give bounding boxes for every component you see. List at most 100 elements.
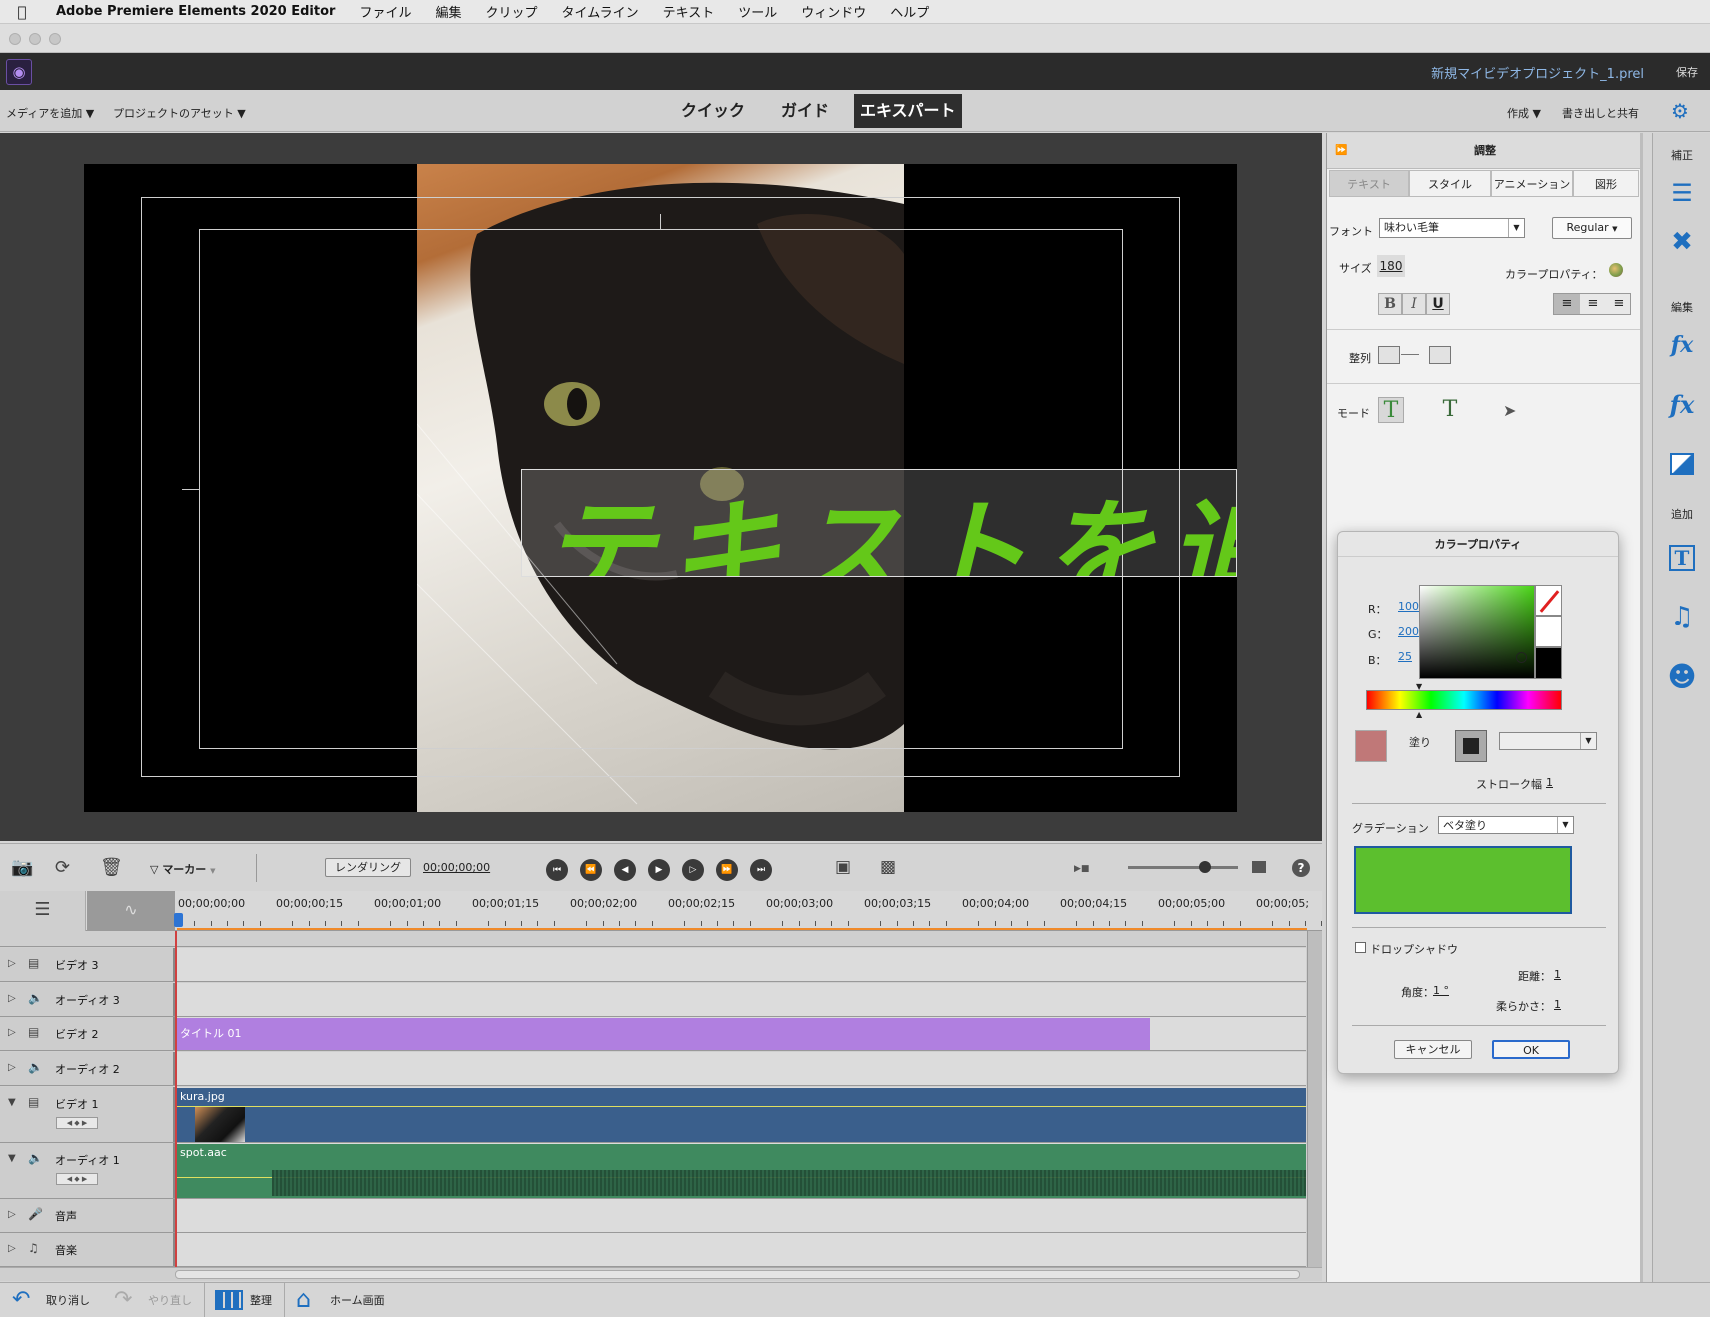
- track-video-3[interactable]: ▷ ▤ ビデオ 3: [0, 948, 1306, 982]
- collapse-arrow-icon[interactable]: ▼: [8, 1097, 16, 1108]
- track-narration[interactable]: ▷ 🎤 音声: [0, 1199, 1306, 1233]
- tab-style[interactable]: スタイル: [1409, 170, 1491, 197]
- camera-icon[interactable]: 📷: [11, 857, 33, 878]
- expand-arrow-icon[interactable]: ▷: [8, 1062, 16, 1073]
- preview-frame[interactable]: テキストを追加: [84, 164, 1237, 812]
- close-window-button[interactable]: [9, 33, 21, 45]
- angle-value[interactable]: 1 °: [1433, 984, 1449, 997]
- gradient-select[interactable]: ベタ塗り ▼: [1438, 816, 1574, 834]
- organizer-icon[interactable]: [215, 1290, 243, 1310]
- menu-file[interactable]: ファイル: [347, 2, 423, 21]
- vertical-text-mode-icon[interactable]: T: [1437, 397, 1463, 423]
- graphics-smiley-icon[interactable]: ☻: [1663, 658, 1701, 696]
- font-select[interactable]: 味わい毛筆 ▼: [1379, 218, 1525, 238]
- transitions-icon[interactable]: [1663, 444, 1701, 482]
- audio-waveform-icon[interactable]: ∿: [87, 891, 175, 931]
- track-view-icon[interactable]: ☰: [0, 891, 86, 931]
- app-name-menu[interactable]: Adobe Premiere Elements 2020 Editor: [44, 4, 347, 19]
- tab-text[interactable]: テキスト: [1329, 170, 1409, 197]
- image-clip[interactable]: kura.jpg: [177, 1088, 1306, 1142]
- redo-button[interactable]: やり直し: [148, 1292, 192, 1308]
- hue-slider[interactable]: [1366, 690, 1562, 710]
- no-color-swatch[interactable]: [1535, 585, 1562, 616]
- tab-expert[interactable]: エキスパート: [854, 94, 962, 128]
- menu-window[interactable]: ウィンドウ: [789, 2, 878, 21]
- step-back-icon[interactable]: ◀: [614, 859, 636, 881]
- menu-tools[interactable]: ツール: [726, 2, 789, 21]
- text-box[interactable]: テキストを追加: [521, 469, 1237, 577]
- menu-help[interactable]: ヘルプ: [878, 2, 941, 21]
- title-clip[interactable]: タイトル 01: [177, 1018, 1150, 1050]
- expand-arrow-icon[interactable]: ▷: [8, 993, 16, 1004]
- track-video-1[interactable]: ▼ ▤ ビデオ 1 ◀ ◆ ▶ kura.jpg: [0, 1087, 1306, 1143]
- color-palette-icon[interactable]: [1609, 263, 1623, 277]
- step-forward-icon[interactable]: ▷: [682, 859, 704, 881]
- underline-button[interactable]: U: [1426, 293, 1450, 315]
- white-swatch[interactable]: [1535, 616, 1562, 647]
- track-audio-3[interactable]: ▷ 🔈 オーディオ 3: [0, 983, 1306, 1017]
- keyframe-nav-icon[interactable]: ◀ ◆ ▶: [56, 1117, 98, 1129]
- distance-value[interactable]: 1: [1554, 968, 1561, 981]
- overlay-title-text[interactable]: テキストを追加: [542, 470, 1236, 576]
- stroke-color-swatch[interactable]: [1455, 730, 1487, 762]
- collapse-panel-icon[interactable]: ⏩: [1335, 133, 1347, 169]
- bold-button[interactable]: B: [1378, 293, 1402, 315]
- menu-clip[interactable]: クリップ: [473, 2, 549, 21]
- expand-arrow-icon[interactable]: ▷: [8, 1027, 16, 1038]
- menu-text[interactable]: テキスト: [651, 2, 727, 21]
- align-horizontal-icon[interactable]: [1378, 346, 1400, 364]
- color-picker-cursor[interactable]: [1516, 652, 1527, 663]
- horizontal-scrollbar[interactable]: [0, 1267, 1322, 1281]
- undo-button[interactable]: 取り消し: [46, 1292, 90, 1308]
- monitor-settings-icon[interactable]: ▣: [835, 857, 851, 877]
- play-icon[interactable]: ▶: [648, 859, 670, 881]
- softness-value[interactable]: 1: [1554, 998, 1561, 1011]
- zoom-slider-thumb[interactable]: [1199, 861, 1211, 873]
- effects-icon[interactable]: fx: [1663, 386, 1701, 424]
- adjust-sliders-icon[interactable]: ☰: [1663, 174, 1701, 212]
- rewind-icon[interactable]: ⏪: [580, 859, 602, 881]
- italic-button[interactable]: I: [1402, 293, 1426, 315]
- help-icon[interactable]: ?: [1292, 859, 1310, 877]
- r-value[interactable]: 100: [1398, 600, 1419, 613]
- apple-icon[interactable]: : [0, 3, 44, 21]
- fill-color-swatch[interactable]: [1355, 730, 1387, 762]
- rotate-icon[interactable]: ⟳: [55, 857, 70, 878]
- tab-animation[interactable]: アニメーション: [1491, 170, 1573, 197]
- track-audio-2[interactable]: ▷ 🔈 オーディオ 2: [0, 1052, 1306, 1086]
- expand-arrow-icon[interactable]: ▷: [8, 1209, 16, 1220]
- tab-guided[interactable]: ガイド: [775, 94, 835, 128]
- add-media-dropdown[interactable]: メディアを追加 ▼: [6, 105, 94, 121]
- zoom-slider-track[interactable]: [1128, 866, 1238, 869]
- tab-shape[interactable]: 図形: [1573, 170, 1639, 197]
- settings-gear-icon[interactable]: ⚙: [1671, 99, 1689, 123]
- marker-dropdown[interactable]: ▽ マーカー ▼: [150, 861, 216, 877]
- audio-clip[interactable]: spot.aac: [177, 1144, 1306, 1198]
- project-assets-dropdown[interactable]: プロジェクトのアセット ▼: [113, 105, 246, 121]
- fast-forward-icon[interactable]: ⏩: [716, 859, 738, 881]
- fullscreen-icon[interactable]: ▩: [880, 857, 896, 877]
- cancel-button[interactable]: キャンセル: [1394, 1040, 1472, 1059]
- save-button[interactable]: 保存: [1676, 64, 1698, 80]
- zoom-in-icon[interactable]: [1252, 861, 1266, 873]
- go-to-start-icon[interactable]: ⏮: [546, 859, 568, 881]
- work-area-bar[interactable]: [177, 928, 1307, 930]
- track-audio-1[interactable]: ▼ 🔈 オーディオ 1 ◀ ◆ ▶ spot.aac: [0, 1143, 1306, 1199]
- expand-arrow-icon[interactable]: ▷: [8, 1243, 16, 1254]
- menu-edit[interactable]: 編集: [423, 2, 473, 21]
- zoom-window-button[interactable]: [49, 33, 61, 45]
- track-video-2[interactable]: ▷ ▤ ビデオ 2 タイトル 01: [0, 1017, 1306, 1051]
- vertical-scrollbar[interactable]: [1307, 931, 1322, 1267]
- gradient-preview[interactable]: [1354, 846, 1572, 914]
- black-swatch[interactable]: [1535, 647, 1562, 679]
- panel-scrollbar[interactable]: [1640, 133, 1643, 1282]
- trash-icon[interactable]: 🗑: [100, 857, 123, 878]
- organizer-button[interactable]: 整理: [250, 1292, 272, 1308]
- align-right-icon[interactable]: ≡: [1606, 294, 1632, 314]
- size-input[interactable]: 180: [1377, 255, 1405, 277]
- expand-arrow-icon[interactable]: ▷: [8, 958, 16, 969]
- home-screen-button[interactable]: ホーム画面: [330, 1292, 385, 1308]
- applied-effects-icon[interactable]: fx: [1663, 326, 1701, 364]
- go-to-end-icon[interactable]: ⏭: [750, 859, 772, 881]
- titles-icon[interactable]: T: [1663, 538, 1701, 576]
